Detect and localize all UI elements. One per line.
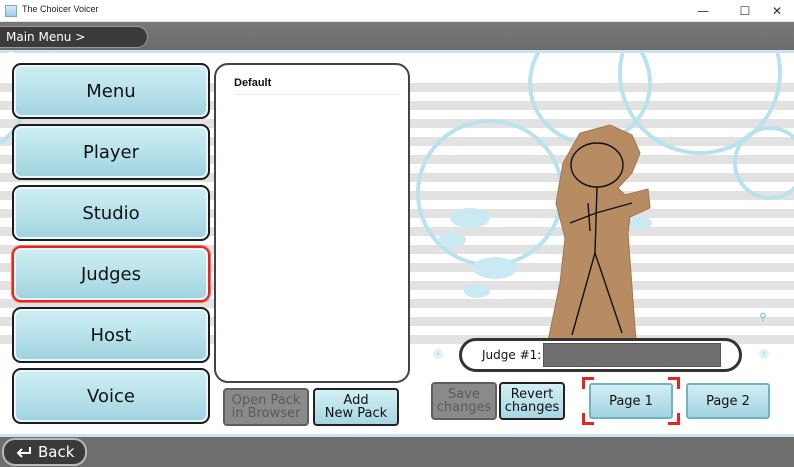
app-window-icon <box>5 5 17 17</box>
breadcrumb: Main Menu > Customize <box>0 26 148 64</box>
close-button[interactable]: ✕ <box>760 0 794 22</box>
back-label: Back <box>38 443 75 461</box>
sidebar-item-label: Menu <box>86 80 136 102</box>
return-arrow-icon <box>16 447 31 458</box>
sidebar-item-studio[interactable]: Studio <box>12 185 210 241</box>
list-item[interactable]: Default <box>234 77 400 95</box>
minimize-button[interactable]: — <box>686 0 720 22</box>
pin-icon[interactable]: ⚲ <box>758 312 768 324</box>
sidebar-item-judges[interactable]: Judges <box>12 246 210 302</box>
judge-name-field[interactable] <box>543 343 721 367</box>
selection-corner <box>582 377 594 389</box>
window-titlebar: The Choicer Voicer — ☐ ✕ <box>0 0 794 22</box>
sidebar-item-menu[interactable]: Menu <box>12 63 210 119</box>
sidebar-item-player[interactable]: Player <box>12 124 210 180</box>
page-2-label: Page 2 <box>706 393 750 409</box>
app-footer <box>0 434 794 467</box>
sidebar-item-label: Player <box>82 141 139 163</box>
sidebar-item-host[interactable]: Host <box>12 307 210 363</box>
judge-name-bar: Judge #1: <box>459 338 742 372</box>
sidebar-item-label: Studio <box>82 202 140 224</box>
chevron-left-icon[interactable]: ‹ <box>433 349 443 359</box>
page-2-button[interactable]: Page 2 <box>686 383 770 419</box>
chevron-right-icon[interactable]: › <box>759 349 769 359</box>
footer-accent-line <box>0 434 794 437</box>
selection-corner <box>582 413 594 425</box>
selection-corner <box>668 413 680 425</box>
sidebar-item-label: Voice <box>87 385 135 407</box>
page-selection-indicator <box>582 377 680 425</box>
revert-changes-button[interactable]: Revert changes <box>499 382 565 420</box>
selection-corner <box>668 377 680 389</box>
back-button[interactable]: Back <box>2 438 87 466</box>
save-changes-button: Save changes <box>431 382 497 420</box>
judge-label: Judge #1: <box>482 348 542 362</box>
sidebar-item-voice[interactable]: Voice <box>12 368 210 424</box>
pack-list[interactable]: Default <box>214 63 410 383</box>
maximize-button[interactable]: ☐ <box>728 0 762 22</box>
window-title: The Choicer Voicer <box>22 4 99 14</box>
sidebar-item-label: Host <box>90 324 132 346</box>
sidebar-item-label: Judges <box>80 263 142 285</box>
add-new-pack-button[interactable]: Add New Pack <box>313 388 399 426</box>
open-pack-in-browser-button: Open Pack in Browser <box>223 388 309 426</box>
